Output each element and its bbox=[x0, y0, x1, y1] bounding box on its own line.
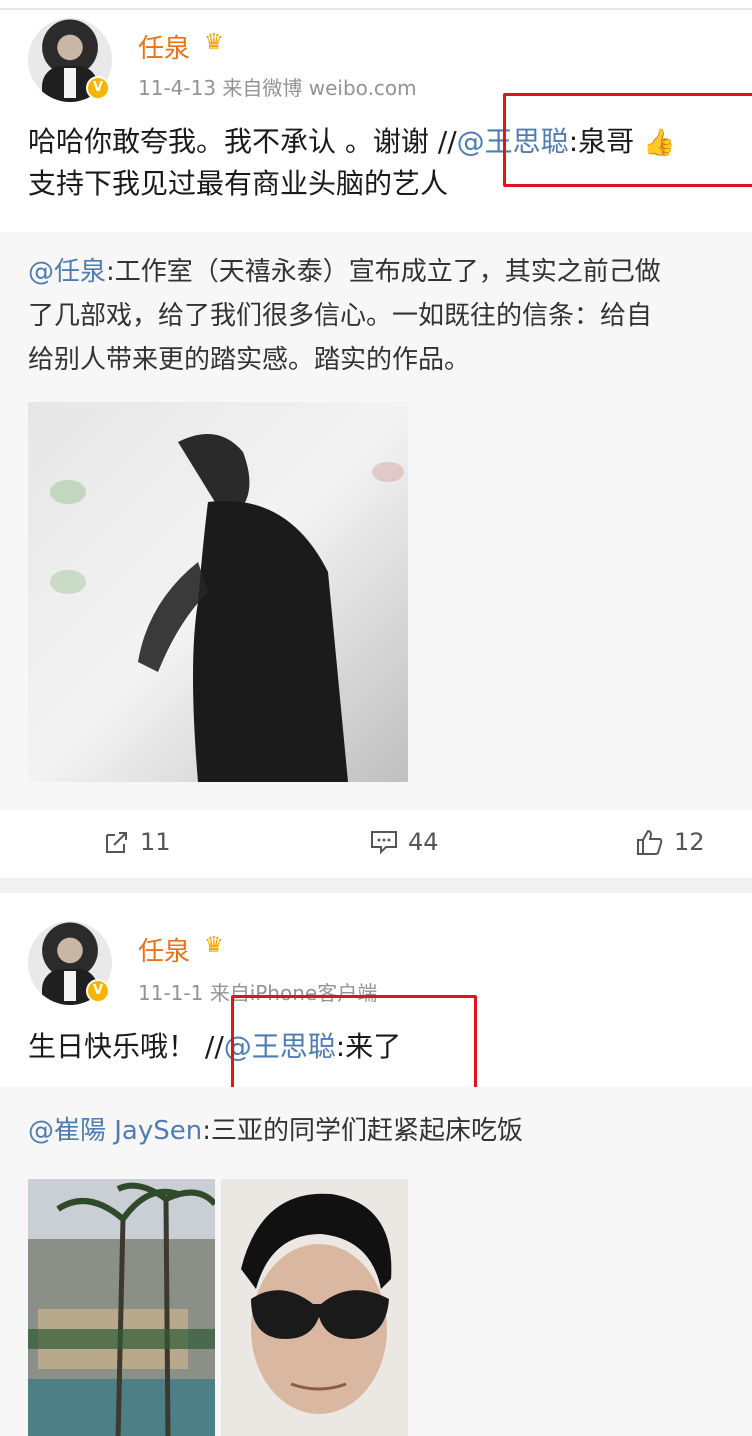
repost-photo-1[interactable] bbox=[28, 1179, 215, 1436]
post-text-line-2: 支持下我见过最有商业头脑的艺人 bbox=[28, 167, 449, 200]
repost-text-line-3: 给别人带来更的踏实感。踏实的作品。 bbox=[28, 345, 471, 375]
verified-badge-icon: V bbox=[86, 76, 110, 100]
repost-block[interactable]: @崔陽 JaySen:三亚的同学们赶紧起床吃饭 bbox=[0, 1087, 752, 1436]
username[interactable]: 任泉 bbox=[138, 28, 190, 65]
repost-mention-link[interactable]: @崔陽 JaySen bbox=[28, 1116, 202, 1146]
weibo-post-2: V 任泉 ♛ 11-1-1 来自iPhone客户端 生日快乐哦！ //@王思聪:… bbox=[0, 893, 752, 1436]
repost-photo-2[interactable] bbox=[221, 1179, 408, 1436]
share-icon bbox=[106, 832, 127, 853]
comment-icon bbox=[371, 831, 397, 855]
repost-mention-link[interactable]: @任泉 bbox=[28, 257, 106, 287]
repost-text-line-2: 了几部戏，给了我们很多信心。一如既往的信条：给自 bbox=[28, 301, 653, 331]
username[interactable]: 任泉 bbox=[138, 931, 190, 968]
thumbs-up-icon bbox=[637, 829, 663, 855]
comment-button[interactable]: 44 bbox=[370, 828, 439, 856]
repost-text-line-1: @任泉:工作室（天禧永泰）宣布成立了，其实之前己做 bbox=[28, 257, 661, 287]
crown-icon: ♛ bbox=[204, 933, 224, 958]
weibo-post-1: V 任泉 ♛ 11-4-13 来自微博 weibo.com 哈哈你敢夸我。我不承… bbox=[0, 10, 752, 878]
post-meta: 11-4-13 来自微博 weibo.com bbox=[138, 76, 417, 100]
highlight-box bbox=[503, 93, 752, 187]
verified-badge-icon: V bbox=[86, 979, 110, 1003]
share-button[interactable]: 11 bbox=[104, 828, 171, 856]
portrait-sunglasses-photo bbox=[221, 1179, 408, 1436]
repost-photo[interactable] bbox=[28, 402, 408, 782]
highlight-box bbox=[231, 995, 477, 1101]
repost-block[interactable]: @任泉:工作室（天禧永泰）宣布成立了，其实之前己做 了几部戏，给了我们很多信心。… bbox=[0, 232, 752, 810]
palm-pool-photo bbox=[28, 1179, 215, 1436]
like-button[interactable]: 12 bbox=[636, 828, 705, 856]
photo-figure bbox=[28, 402, 408, 782]
post-separator bbox=[0, 878, 752, 893]
action-bar: 11 44 12 bbox=[0, 810, 752, 878]
repost-text: @崔陽 JaySen:三亚的同学们赶紧起床吃饭 bbox=[28, 1116, 523, 1146]
crown-icon: ♛ bbox=[204, 30, 224, 55]
